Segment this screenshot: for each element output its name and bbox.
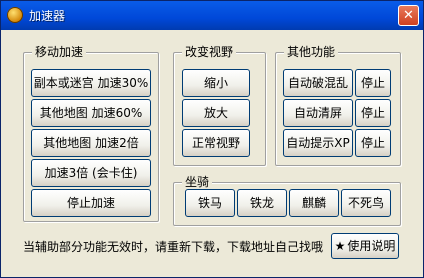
- group-move-speed-label: 移动加速: [32, 45, 87, 59]
- zoom-in-button[interactable]: 放大: [182, 99, 250, 127]
- speed-30-button[interactable]: 副本或迷宫 加速30%: [31, 69, 151, 97]
- star-icon: ★: [334, 239, 346, 253]
- help-button[interactable]: ★ 使用说明: [331, 233, 399, 259]
- stop-speed-button[interactable]: 停止加速: [31, 189, 151, 217]
- group-other-label: 其他功能: [284, 45, 339, 59]
- auto-clear-screen-button[interactable]: 自动清屏: [283, 99, 353, 127]
- status-message: 当辅助部分功能无效时，请重新下载，下载地址自己找哦: [23, 240, 324, 254]
- mount-iron-horse-button[interactable]: 铁马: [185, 189, 235, 217]
- stop-break-confusion-button[interactable]: 停止: [355, 69, 391, 97]
- auto-xp-hint-button[interactable]: 自动提示XP: [283, 129, 353, 157]
- speed-3x-button[interactable]: 加速3倍 (会卡住): [31, 159, 151, 187]
- mount-phoenix-button[interactable]: 不死鸟: [341, 189, 391, 217]
- mount-qilin-button[interactable]: 麒麟: [289, 189, 339, 217]
- stop-xp-hint-button[interactable]: 停止: [355, 129, 391, 157]
- close-button[interactable]: ✕: [398, 5, 419, 26]
- zoom-out-button[interactable]: 缩小: [182, 69, 250, 97]
- stop-clear-screen-button[interactable]: 停止: [355, 99, 391, 127]
- app-icon: [7, 7, 23, 23]
- group-mount-label: 坐骑: [182, 175, 213, 189]
- title-bar[interactable]: 加速器 ✕: [1, 1, 423, 30]
- mount-iron-dragon-button[interactable]: 铁龙: [237, 189, 287, 217]
- window-title: 加速器: [29, 9, 66, 23]
- auto-break-confusion-button[interactable]: 自动破混乱: [283, 69, 353, 97]
- normal-view-button[interactable]: 正常视野: [182, 129, 250, 157]
- speed-60-button[interactable]: 其他地图 加速60%: [31, 99, 151, 127]
- help-button-label: 使用说明: [347, 239, 396, 253]
- app-window: 加速器 ✕ 移动加速 副本或迷宫 加速30% 其他地图 加速60% 其他地图 加…: [0, 0, 424, 278]
- group-view-label: 改变视野: [182, 45, 237, 59]
- speed-2x-button[interactable]: 其他地图 加速2倍: [31, 129, 151, 157]
